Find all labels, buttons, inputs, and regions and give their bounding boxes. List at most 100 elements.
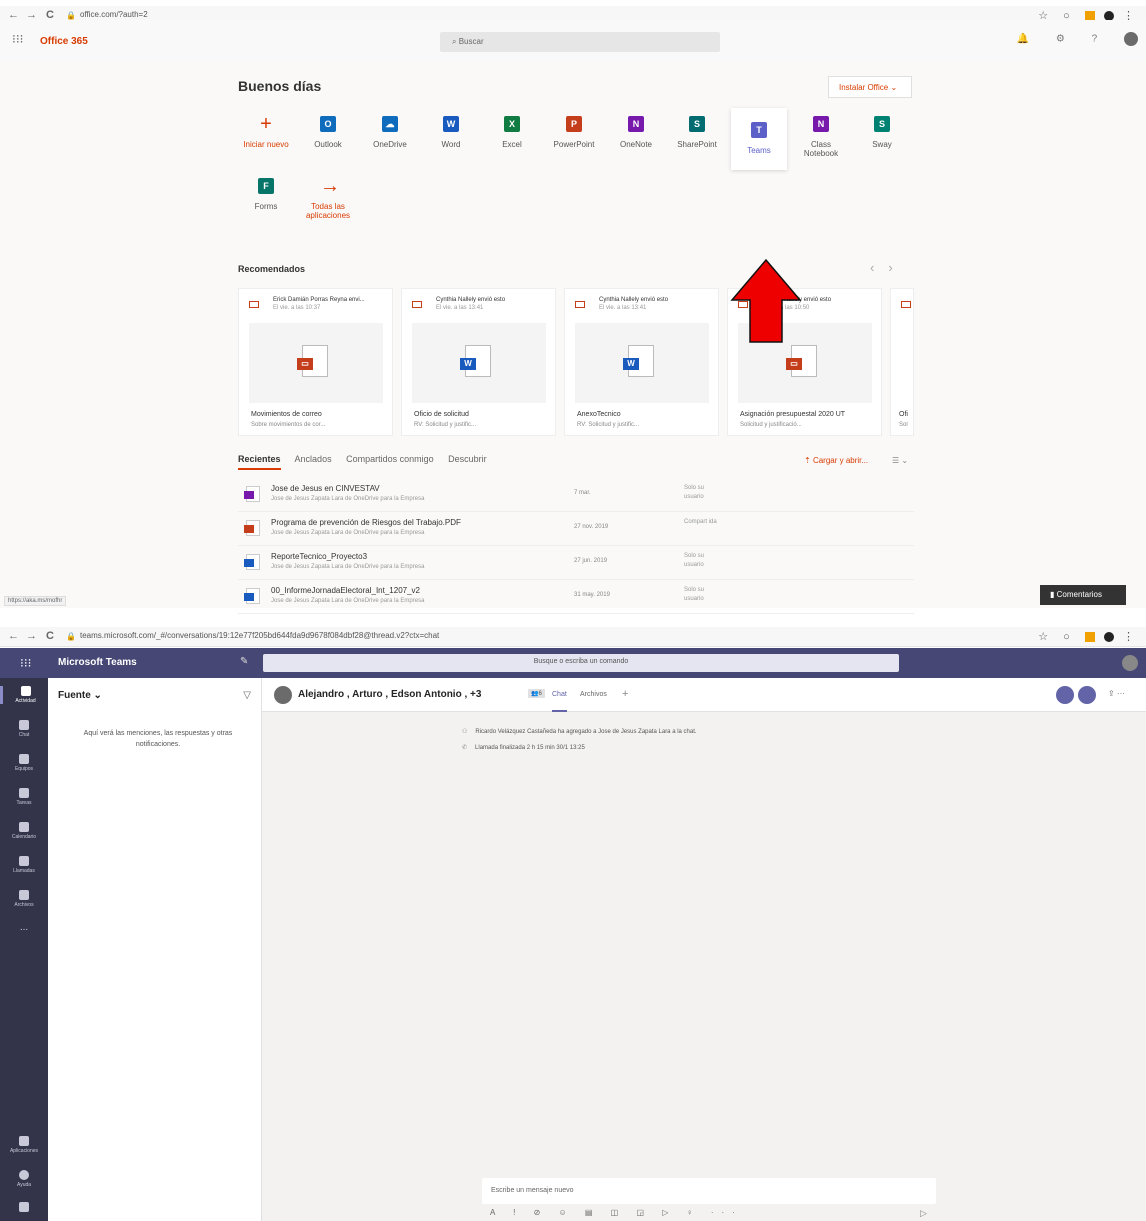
doc-badge: ▭ — [786, 358, 802, 370]
avatar[interactable] — [1122, 655, 1138, 671]
app-icon: N — [628, 116, 644, 132]
app-powerpoint[interactable]: P PowerPoint — [546, 116, 602, 149]
teams-header: ⁝⁝⁝ Microsoft Teams ✎ Busque o escriba u… — [0, 648, 1146, 678]
app-todas-las-aplicaciones[interactable]: → Todas las aplicaciones — [300, 176, 356, 220]
doc-badge: W — [623, 358, 639, 370]
download-icon[interactable] — [0, 1202, 48, 1214]
rail-item-ayuda[interactable]: Ayuda — [0, 1170, 48, 1188]
file-row[interactable]: Jose de Jesus en CINVESTAV Jose de Jesus … — [238, 478, 914, 512]
mail-icon — [249, 301, 259, 308]
group-avatar[interactable] — [274, 686, 292, 704]
back-button[interactable]: ← — [8, 630, 19, 642]
office-title[interactable]: Office 365 — [40, 36, 88, 47]
filter-icon[interactable]: ▽ — [243, 690, 251, 701]
tab-descubrir[interactable]: Descubrir — [448, 454, 487, 464]
app-rail: Actividad Chat Equipos Tareas Calendario… — [0, 678, 48, 1221]
app-sway[interactable]: S Sway — [854, 116, 910, 149]
app-iniciar-nuevo[interactable]: + Iniciar nuevo — [238, 114, 294, 149]
add-tab-button[interactable]: + — [622, 688, 628, 700]
app-icon: F — [258, 178, 274, 194]
tab-archivos[interactable]: Archivos — [580, 691, 607, 698]
message-compose-box[interactable]: Escribe un mensaje nuevo — [482, 1178, 936, 1204]
participants-count[interactable]: 👥6 — [528, 689, 545, 698]
card-filename: Asignación presupuestal 2020 UT — [740, 411, 846, 418]
rail-item-equipos[interactable]: Equipos — [0, 754, 48, 772]
tab-anclados[interactable]: Anclados — [295, 454, 332, 464]
app-excel[interactable]: X Excel — [484, 116, 540, 149]
extension-icon[interactable] — [1084, 632, 1095, 643]
red-arrow-annotation — [730, 258, 802, 343]
tab-compartidos[interactable]: Compartidos conmigo — [346, 454, 434, 464]
compose-toolbar[interactable]: A ! ⊘ ☺ ▤ ◫ ◲ ▷ ♀ ··· — [490, 1208, 743, 1217]
recommended-card[interactable]: Cynthia Nallely envió esto El vie. a las … — [564, 288, 719, 436]
rail-item-chat[interactable]: Chat — [0, 720, 48, 738]
app-launcher-icon[interactable]: ⁝⁝⁝ — [20, 656, 31, 670]
person-added-icon: ⚇ — [462, 729, 468, 735]
app-class-notebook[interactable]: N Class Notebook — [793, 116, 849, 158]
rail-item-aplicaciones[interactable]: Aplicaciones — [0, 1136, 48, 1154]
app-teams[interactable]: T Teams — [731, 108, 787, 170]
app-sharepoint[interactable]: S SharePoint — [669, 116, 725, 149]
header-actions[interactable]: 🔔 ⚙ ? — [1017, 32, 1138, 46]
app-onedrive[interactable]: ☁ OneDrive — [362, 116, 418, 149]
phone-icon — [19, 856, 29, 866]
address-bar[interactable]: office.com/?auth=2 — [80, 10, 148, 19]
audio-call-button[interactable] — [1078, 686, 1096, 704]
teams-search-input[interactable]: Busque o escriba un comando — [263, 654, 899, 672]
new-chat-icon[interactable]: ✎ — [240, 656, 248, 667]
rail-item-archivos[interactable]: Archivos — [0, 890, 48, 908]
app-word[interactable]: W Word — [423, 116, 479, 149]
file-row[interactable]: Programa de prevención de Riesgos del Tr… — [238, 512, 914, 546]
tab-chat[interactable]: Chat — [552, 691, 567, 712]
address-bar[interactable]: teams.microsoft.com/_#/conversations/19:… — [80, 631, 439, 640]
rail-item-actividad[interactable]: Actividad — [0, 686, 48, 704]
recommended-pager[interactable]: ‹› — [870, 260, 907, 275]
file-name[interactable]: ReporteTecnico_Proyecto3 — [271, 552, 367, 561]
app-label: Todas las aplicaciones — [305, 202, 351, 220]
more-options-icon[interactable]: ⇪ ··· — [1108, 689, 1125, 698]
view-toggle-icon[interactable]: ☰ ⌄ — [892, 456, 908, 465]
rail-item-tareas[interactable]: Tareas — [0, 788, 48, 806]
profile-icon[interactable] — [1103, 632, 1114, 643]
video-call-button[interactable] — [1056, 686, 1074, 704]
teams-icon — [19, 754, 29, 764]
office-search-input[interactable]: ⌕ Buscar — [440, 32, 720, 52]
upload-button[interactable]: ⇡ Cargar y abrir... — [804, 456, 868, 465]
rail-item-calendario[interactable]: Calendario — [0, 822, 48, 840]
tasks-icon — [19, 788, 29, 798]
chat-participants[interactable]: Alejandro , Arturo , Edson Antonio , +3 — [298, 689, 481, 700]
file-name[interactable]: 00_InformeJornadaElectoral_Int_1207_v2 — [271, 586, 420, 595]
page-title: Buenos días — [238, 78, 322, 94]
file-icon — [244, 486, 260, 502]
file-row[interactable]: 00_InformeJornadaElectoral_Int_1207_v2 Jo… — [238, 580, 914, 614]
recommended-card[interactable]: Erick Damián Porras Reyna envi... El vie.… — [238, 288, 393, 436]
app-outlook[interactable]: O Outlook — [300, 116, 356, 149]
app-onenote[interactable]: N OneNote — [608, 116, 664, 149]
next-icon[interactable]: › — [888, 260, 906, 275]
recommended-card[interactable]: ▭OfiSol — [890, 288, 914, 436]
file-name[interactable]: Programa de prevención de Riesgos del Tr… — [271, 518, 461, 527]
device-icon — [19, 1202, 29, 1212]
send-icon[interactable]: ▷ — [920, 1208, 927, 1219]
file-name[interactable]: Jose de Jesus en CINVESTAV — [271, 484, 380, 493]
rail-item-llamadas[interactable]: Llamadas — [0, 856, 48, 874]
card-sender: Cynthia Nallely envió esto — [436, 297, 506, 303]
browser-extension-icons[interactable]: ☆ ○ ⋮ — [1038, 630, 1140, 643]
rail-more-button[interactable]: ... — [0, 922, 48, 933]
app-forms[interactable]: F Forms — [238, 178, 294, 211]
file-date: 7 mar. — [574, 490, 591, 496]
feed-title[interactable]: Fuente ⌄ — [58, 690, 102, 701]
reload-button[interactable]: C — [46, 630, 54, 642]
file-sharing: Compart ida — [684, 519, 717, 525]
app-launcher-icon[interactable]: ⁝⁝⁝ — [12, 32, 23, 46]
file-row[interactable]: ReporteTecnico_Proyecto3 Jose de Jesus Za… — [238, 546, 914, 580]
feedback-button[interactable]: ▮ Comentarios — [1040, 585, 1126, 605]
forward-button[interactable]: → — [26, 630, 37, 642]
avatar[interactable] — [1124, 32, 1138, 46]
install-office-button[interactable]: Instalar Office ⌄ — [828, 76, 912, 98]
chat-icon — [19, 720, 29, 730]
tab-recientes[interactable]: Recientes — [238, 454, 281, 470]
file-location: Jose de Jesus Zapata Lara de OneDrive pa… — [271, 496, 425, 502]
prev-icon[interactable]: ‹ — [870, 260, 888, 275]
recommended-card[interactable]: Cynthia Nallely envió esto El vie. a las … — [401, 288, 556, 436]
